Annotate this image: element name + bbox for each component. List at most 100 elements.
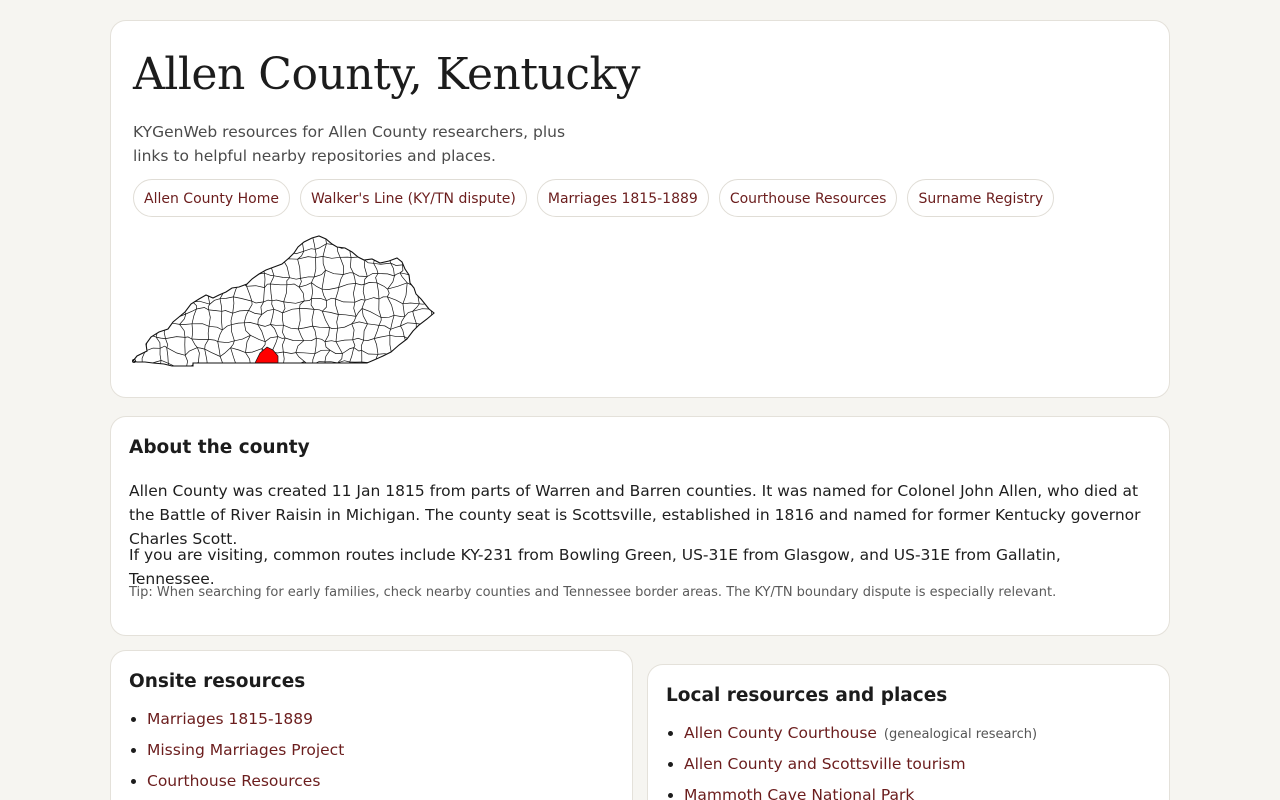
county-line: [343, 272, 354, 275]
county-line: [222, 273, 226, 287]
county-line: [193, 273, 197, 290]
nav-link-courthouse-resources[interactable]: Courthouse Resources: [718, 179, 898, 217]
county-line: [269, 283, 273, 301]
nav-link-marriages[interactable]: Marriages 1815-1889: [536, 179, 709, 217]
county-line: [152, 311, 169, 318]
county-line: [416, 262, 420, 279]
county-line: [261, 308, 274, 315]
local-link-courthouse[interactable]: Allen County Courthouse: [684, 724, 877, 742]
county-line: [161, 285, 166, 288]
county-line: [374, 334, 390, 339]
county-line: [298, 278, 302, 288]
county-line: [204, 348, 221, 357]
county-line: [245, 243, 264, 246]
onsite-link-marriages[interactable]: Marriages 1815-1889: [147, 710, 313, 728]
county-line: [286, 283, 300, 288]
county-line: [141, 282, 148, 305]
county-line: [248, 301, 253, 311]
county-line: [168, 313, 186, 318]
county-line: [353, 272, 368, 277]
county-line: [138, 236, 142, 246]
nav-link-surname-registry[interactable]: Surname Registry: [907, 179, 1055, 217]
county-line: [418, 259, 429, 263]
county-line: [263, 299, 273, 303]
county-line: [335, 239, 338, 247]
county-line: [295, 340, 304, 353]
county-line: [321, 287, 339, 290]
county-line: [297, 259, 301, 279]
county-line: [387, 282, 408, 290]
county-line: [353, 272, 356, 284]
county-line: [143, 322, 147, 336]
county-line: [191, 338, 198, 348]
county-line: [220, 236, 223, 252]
header-card: Allen County, Kentucky KYGenWeb resource…: [110, 20, 1170, 398]
onsite-link-courthouse-resources[interactable]: Courthouse Resources: [147, 772, 320, 790]
county-line: [361, 300, 366, 309]
county-line: [402, 303, 405, 317]
county-line: [204, 349, 208, 366]
county-line: [378, 325, 391, 330]
county-line: [140, 245, 148, 260]
county-line: [304, 298, 312, 302]
nav-link-allen-county-home[interactable]: Allen County Home: [133, 179, 290, 217]
county-line: [428, 270, 432, 285]
county-line: [133, 245, 141, 250]
county-line: [283, 324, 299, 330]
county-line: [277, 236, 284, 240]
county-line: [166, 236, 184, 239]
county-line: [234, 245, 246, 248]
local-link-tourism[interactable]: Allen County and Scottsville tourism: [684, 755, 966, 773]
local-link-mammoth-cave[interactable]: Mammoth Cave National Park: [684, 786, 914, 800]
county-line: [412, 336, 432, 344]
county-line: [261, 341, 266, 349]
county-line: [219, 296, 234, 300]
county-line: [260, 301, 264, 315]
county-line: [315, 256, 324, 259]
county-line: [377, 353, 392, 355]
county-line: [411, 348, 415, 363]
county-line: [264, 336, 278, 342]
nav-link-walkers-line[interactable]: Walker's Line (KY/TN dispute): [299, 179, 527, 217]
county-line: [184, 246, 201, 250]
county-line: [230, 347, 236, 364]
county-line: [367, 323, 380, 326]
county-line: [183, 236, 195, 238]
county-line: [373, 252, 377, 264]
county-line: [312, 325, 317, 339]
county-line: [415, 278, 418, 286]
county-line: [378, 298, 382, 318]
county-line: [204, 339, 209, 350]
county-line: [426, 363, 434, 366]
county-line: [335, 298, 339, 315]
county-line: [324, 341, 331, 351]
county-line: [361, 308, 368, 324]
county-line: [405, 360, 414, 363]
county-line: [282, 301, 286, 314]
county-line: [349, 347, 355, 363]
county-line: [221, 311, 223, 331]
county-line: [325, 269, 344, 275]
county-line: [413, 251, 430, 253]
list-item: Marriages 1815-1889: [147, 707, 344, 738]
county-line: [349, 246, 367, 251]
county-line: [352, 339, 356, 348]
county-line: [217, 340, 235, 344]
county-line: [354, 299, 366, 303]
county-line: [168, 299, 174, 318]
county-line: [311, 282, 313, 299]
county-line: [191, 323, 194, 340]
county-line: [140, 272, 144, 283]
county-line: [378, 296, 388, 300]
county-line: [191, 338, 209, 340]
county-line: [432, 327, 434, 330]
county-line: [152, 244, 157, 259]
county-line: [147, 257, 153, 261]
county-line: [141, 310, 154, 313]
county-line: [205, 277, 209, 291]
county-line: [183, 272, 197, 279]
county-line: [377, 273, 395, 277]
county-line: [245, 352, 252, 366]
county-line: [363, 338, 375, 341]
onsite-link-missing-marriages[interactable]: Missing Marriages Project: [147, 741, 344, 759]
